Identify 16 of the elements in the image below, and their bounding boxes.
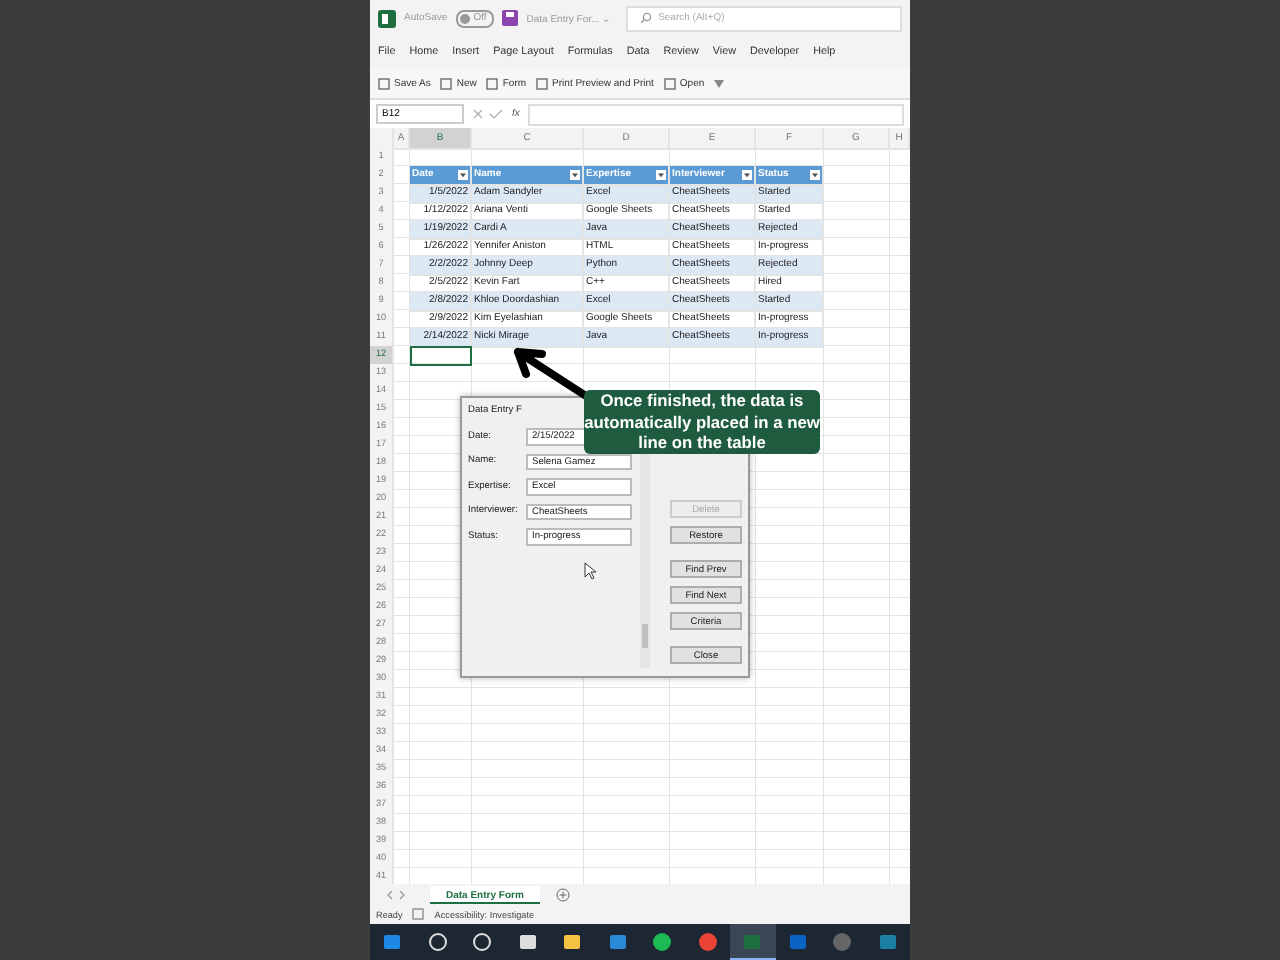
filter-dropdown-icon[interactable] — [570, 170, 580, 180]
selected-cell[interactable] — [410, 346, 472, 365]
add-sheet-icon[interactable] — [555, 887, 570, 901]
filter-dropdown-icon[interactable] — [656, 170, 666, 180]
save-icon[interactable] — [502, 10, 519, 26]
sheet-nav-arrows-icon[interactable] — [386, 889, 406, 899]
spreadsheet-app-icon — [378, 9, 396, 27]
caret-icon[interactable] — [714, 79, 725, 87]
cancel-confirm-icon — [472, 108, 504, 120]
formula-input[interactable] — [527, 103, 904, 125]
mouse-cursor-icon — [584, 562, 596, 580]
filter-dropdown-icon[interactable] — [810, 170, 820, 180]
filter-dropdown-icon[interactable] — [458, 170, 468, 180]
circle-icon — [472, 932, 493, 952]
annotation-tooltip: Once finished, the data is automatically placed in a new line on the table — [584, 390, 820, 453]
filter-dropdown-icon[interactable] — [742, 170, 752, 180]
